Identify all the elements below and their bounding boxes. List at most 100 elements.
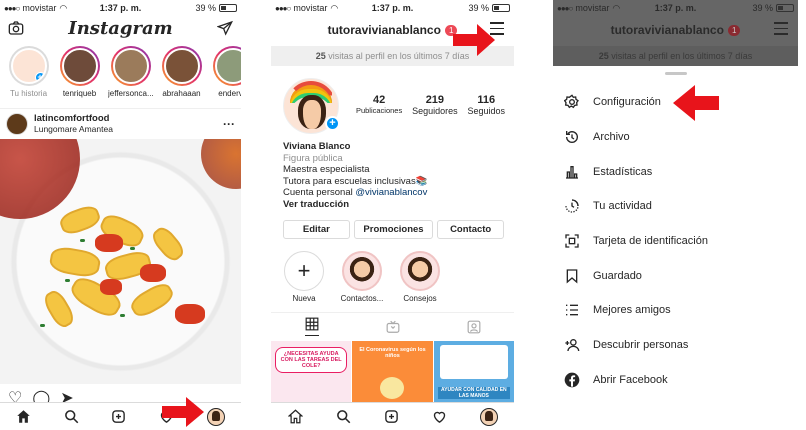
story-item[interactable]: endervy [210,46,241,102]
highlight-label: Nueva [292,294,316,303]
battery-icon [776,4,794,12]
edit-profile-button[interactable]: Editar [283,220,350,239]
stat-following[interactable]: 116 Seguidos [468,94,506,116]
post-thumbnail[interactable]: El Coronavirus según los niños [352,341,433,403]
menu-item-close-friends[interactable]: Mejores amigos [553,293,798,328]
profile-tab-avatar[interactable] [479,407,498,426]
story-item[interactable]: tenriqueb [57,46,102,102]
visits-text: visitas al perfil en los últimos 7 días [608,51,753,61]
highlight-cover [342,251,382,291]
comment-icon[interactable]: ◯ [32,388,50,407]
insights-icon [563,163,581,181]
menu-item-label: Abrir Facebook [593,373,668,386]
highlight-label: Consejos [403,294,437,303]
avatar [163,48,200,84]
stat-value: 219 [425,94,445,106]
profile-username[interactable]: tutoravivianablanco [328,23,441,37]
red-arrow-icon [673,85,719,121]
new-post-icon[interactable] [111,409,126,424]
avatar [214,48,241,84]
profile-tab-avatar[interactable] [206,407,225,426]
search-icon[interactable] [64,409,79,424]
battery-label: 39 % [468,3,489,13]
red-arrow-icon [453,24,495,56]
post-header: latincomfortfood Lungomare Amantea ··· [0,108,241,138]
menu-item-label: Estadísticas [593,165,653,178]
carrier-label: movistar [293,3,328,13]
menu-item-archive[interactable]: Archivo [553,120,798,155]
dimmed-profile-header[interactable]: tutoravivianablanco 1 25 visitas al perf… [553,16,798,66]
post-location[interactable]: Lungomare Amantea [34,124,113,134]
close-friends-icon [563,301,581,319]
hamburger-menu-icon [774,22,788,39]
avatar: + [10,48,47,84]
highlight-item[interactable]: Contactos... [339,251,385,303]
igtv-icon[interactable] [386,320,400,334]
story-label: jeffersonca... [108,89,153,98]
post-thumbnail[interactable]: ¿NECESITAS AYUDA CON LAS TAREAS DEL COLE… [271,341,352,403]
menu-item-label: Archivo [593,131,630,144]
story-highlights: + Nueva Contactos... Consejos [281,251,443,303]
menu-item-label: Descubrir personas [593,339,689,352]
tagged-icon[interactable] [467,320,481,334]
menu-item-open-facebook[interactable]: Abrir Facebook [553,363,798,398]
highlight-item[interactable]: Consejos [397,251,443,303]
stat-posts[interactable]: 42 Publicaciones [356,94,402,116]
menu-item-discover-people[interactable]: Descubrir personas [553,328,798,363]
signal-icon: ●●●○ [4,3,20,13]
story-label: abrahaaan [162,89,201,98]
story-item[interactable]: jeffersonca... [108,46,153,102]
like-icon[interactable]: ♡ [8,388,22,407]
story-own[interactable]: + Tu historia [6,46,51,102]
stat-label: Seguidores [412,106,458,116]
activity-heart-icon[interactable] [432,409,447,424]
wifi-icon: ◠ [59,2,68,13]
bio-mention-link[interactable]: @vivianablancov [355,187,427,198]
camera-icon[interactable] [8,20,24,36]
highlight-label: Contactos... [340,294,384,303]
menu-item-saved[interactable]: Guardado [553,258,798,293]
profile-screen: ●●●○ movistar ◠ 1:37 p. m. 39 % tutoravivi… [271,0,514,430]
search-icon[interactable] [336,409,351,424]
stories-tray: + Tu historia tenriqueb jeffersonca... a… [0,46,241,102]
post-grid: ¿NECESITAS AYUDA CON LAS TAREAS DEL COLE… [271,341,514,403]
post-image[interactable] [0,139,241,384]
menu-item-label: Tu actividad [593,200,652,213]
home-icon[interactable] [287,409,303,424]
direct-message-icon[interactable] [217,20,233,36]
menu-item-nametag[interactable]: Tarjeta de identificación [553,224,798,259]
feed-screen: ●●●○ movistar ◠ 1:37 p. m. 39 % Instagram … [0,0,241,430]
status-bar: ●●●○ movistar ◠ 1:37 p. m. 39 % [0,0,241,16]
red-arrow-icon [162,397,204,427]
battery-label: 39 % [752,3,773,13]
menu-item-activity[interactable]: Tu actividad [553,189,798,224]
story-item[interactable]: abrahaaan [159,46,204,102]
highlight-new[interactable]: + Nueva [281,251,327,303]
home-icon[interactable] [16,409,31,424]
share-icon[interactable]: ➤ [60,388,73,407]
thumbnail-caption: El Coronavirus según los niños [359,347,426,359]
post-thumbnail[interactable]: AYUDAR CON CALIDAD EN LAS MANOS [433,341,514,403]
grid-icon[interactable] [304,317,319,336]
contact-button[interactable]: Contacto [437,220,504,239]
promotions-button[interactable]: Promociones [353,220,434,239]
stat-label: Publicaciones [355,106,403,115]
carrier-label: movistar [575,3,610,13]
avatar[interactable] [6,112,28,135]
avatar [112,48,149,84]
thumbnail-caption: ¿NECESITAS AYUDA CON LAS TAREAS DEL COLE… [275,347,348,373]
add-story-icon[interactable]: + [325,116,340,131]
story-label: tenriqueb [62,89,97,98]
signal-icon: ●●●○ [557,3,573,13]
stat-followers[interactable]: 219 Seguidores [412,94,458,116]
instagram-logo: Instagram [68,17,173,39]
options-list: Configuración Archivo Estadísticas Tu ac… [553,85,798,397]
see-translation-link[interactable]: Ver traducción [283,199,508,211]
sheet-drag-handle[interactable] [664,72,687,75]
signal-icon: ●●●○ [275,3,291,13]
menu-item-insights[interactable]: Estadísticas [553,154,798,189]
new-post-icon[interactable] [384,409,399,424]
post-username[interactable]: latincomfortfood [34,113,113,124]
status-bar: ●●●○ movistar ◠ 1:37 p. m. 39 % [553,0,798,16]
more-options-icon[interactable]: ··· [223,117,235,131]
